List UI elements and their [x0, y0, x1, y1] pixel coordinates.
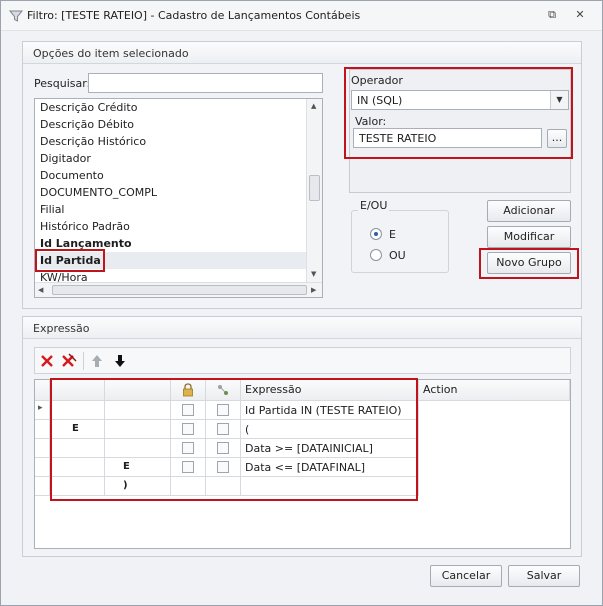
- expression-header: Expressão: [23, 317, 581, 339]
- restore-icon[interactable]: ⧉: [544, 8, 560, 22]
- row-indicator[interactable]: [35, 477, 50, 496]
- scroll-up-icon[interactable]: ▲: [311, 102, 316, 110]
- eou-group: [351, 210, 449, 273]
- scroll-thumb[interactable]: [309, 175, 320, 201]
- add-button[interactable]: Adicionar: [487, 200, 571, 222]
- radio-ou[interactable]: [370, 249, 382, 261]
- toolbar-divider: [83, 352, 84, 370]
- filter-window: Filtro: [TESTE RATEIO] - Cadastro de Lan…: [0, 0, 603, 606]
- search-label: Pesquisar:: [34, 77, 91, 90]
- delete-icon[interactable]: [40, 354, 54, 368]
- expression-toolbar: [34, 347, 571, 374]
- row-indicator[interactable]: [35, 458, 50, 477]
- highlight-operator: [344, 67, 573, 159]
- list-item[interactable]: DOCUMENTO_COMPL: [40, 184, 157, 201]
- delete-all-icon[interactable]: [61, 353, 77, 369]
- radio-e[interactable]: [370, 228, 382, 240]
- highlight-id-partida: [35, 249, 105, 272]
- list-item[interactable]: Descrição Crédito: [40, 99, 137, 116]
- eou-label: E/OU: [358, 199, 390, 212]
- current-row-icon: ▸: [38, 403, 43, 413]
- list-item[interactable]: Histórico Padrão: [40, 218, 130, 235]
- radio-ou-label: OU: [389, 249, 406, 262]
- search-input[interactable]: [88, 73, 323, 93]
- highlight-new-group: [479, 248, 579, 279]
- list-item[interactable]: Documento: [40, 167, 104, 184]
- radio-e-label: E: [389, 228, 396, 241]
- move-up-icon[interactable]: [91, 354, 103, 368]
- scroll-right-icon[interactable]: ▶: [311, 286, 316, 294]
- list-item[interactable]: Descrição Débito: [40, 116, 134, 133]
- list-item[interactable]: Descrição Histórico: [40, 133, 146, 150]
- save-button[interactable]: Salvar: [508, 565, 580, 587]
- hscroll-thumb[interactable]: [52, 285, 307, 295]
- row-indicator[interactable]: [35, 439, 50, 458]
- action-column-header[interactable]: Action: [419, 380, 570, 401]
- cancel-button[interactable]: Cancelar: [430, 565, 502, 587]
- row-indicator[interactable]: [35, 420, 50, 439]
- vertical-scrollbar[interactable]: ▲ ▼: [306, 99, 322, 283]
- close-icon[interactable]: ✕: [572, 8, 588, 22]
- modify-button[interactable]: Modificar: [487, 226, 571, 248]
- scroll-left-icon[interactable]: ◀: [38, 286, 43, 294]
- options-header: Opções do item selecionado: [23, 42, 581, 64]
- list-item[interactable]: Digitador: [40, 150, 91, 167]
- row-indicator-header: [35, 380, 50, 401]
- move-down-icon[interactable]: [114, 354, 126, 368]
- list-item[interactable]: Filial: [40, 201, 65, 218]
- filter-icon: [9, 10, 23, 22]
- highlight-expression: [50, 378, 418, 501]
- scroll-down-icon[interactable]: ▼: [311, 270, 316, 278]
- row-indicator[interactable]: ▸: [35, 401, 50, 420]
- title-bar: Filtro: [TESTE RATEIO] - Cadastro de Lan…: [1, 1, 602, 31]
- window-title: Filtro: [TESTE RATEIO] - Cadastro de Lan…: [27, 9, 361, 22]
- horizontal-scrollbar[interactable]: ◀ ▶: [35, 282, 322, 297]
